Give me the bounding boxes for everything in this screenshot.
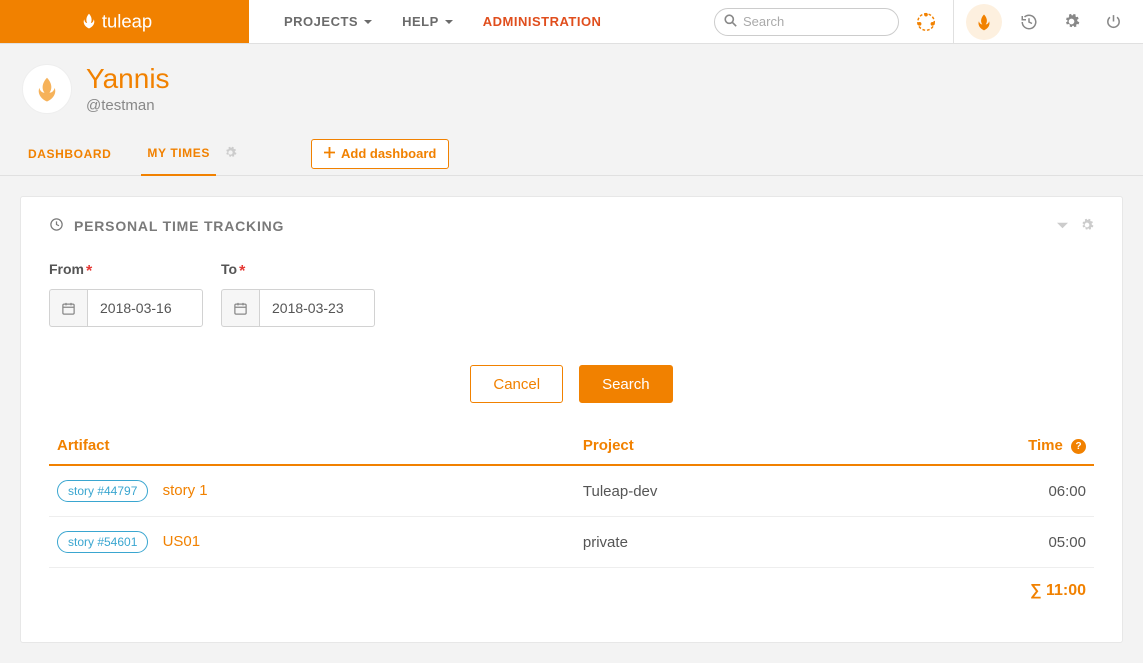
power-icon[interactable] — [1098, 7, 1128, 37]
total-row: ∑ 11:00 — [49, 568, 1094, 615]
project-cell: Tuleap-dev — [575, 465, 861, 517]
search-button[interactable]: Search — [579, 365, 673, 403]
to-field: To* — [221, 261, 375, 327]
clock-icon — [49, 217, 64, 235]
search-input[interactable] — [714, 8, 899, 36]
network-icon[interactable] — [911, 7, 941, 37]
avatar — [22, 64, 72, 114]
nav-help-label: HELP — [402, 14, 439, 29]
form-buttons: Cancel Search — [49, 365, 1094, 403]
gear-icon[interactable] — [1056, 7, 1086, 37]
panel-caret-icon[interactable] — [1057, 218, 1068, 235]
artifact-link[interactable]: US01 — [163, 533, 201, 550]
times-table: Artifact Project Time ? story #44797 sto… — [49, 427, 1094, 614]
tuleap-logo-icon: tuleap — [72, 10, 202, 34]
search-wrap — [714, 8, 899, 36]
project-cell: private — [575, 517, 861, 568]
nav-divider — [953, 0, 954, 44]
tabs-bar: DASHBOARD MY TIMES Add dashboard — [0, 132, 1143, 176]
table-row: story #44797 story 1 Tuleap-dev 06:00 — [49, 465, 1094, 517]
from-label: From* — [49, 261, 92, 281]
caret-down-icon — [364, 14, 372, 29]
col-artifact: Artifact — [49, 427, 575, 465]
from-field: From* — [49, 261, 203, 327]
artifact-link[interactable]: story 1 — [163, 482, 208, 499]
col-time: Time ? — [861, 427, 1094, 465]
user-info: Yannis @testman — [86, 64, 170, 114]
to-input[interactable] — [259, 289, 375, 327]
brand-logo[interactable]: tuleap — [0, 0, 249, 43]
artifact-badge[interactable]: story #54601 — [57, 531, 148, 553]
calendar-icon[interactable] — [49, 289, 87, 327]
panel-actions — [1057, 218, 1094, 235]
col-project: Project — [575, 427, 861, 465]
nav-help[interactable]: HELP — [387, 0, 468, 44]
tab-mytimes[interactable]: MY TIMES — [141, 132, 216, 176]
nav-projects-label: PROJECTS — [284, 14, 358, 29]
caret-down-icon — [445, 14, 453, 29]
panel-header: PERSONAL TIME TRACKING — [49, 217, 1094, 235]
time-tracking-panel: PERSONAL TIME TRACKING From* To* — [20, 196, 1123, 643]
tab-dashboard[interactable]: DASHBOARD — [22, 133, 117, 175]
total-value: 11:00 — [1046, 582, 1086, 599]
time-cell: 05:00 — [861, 517, 1094, 568]
avatar-small[interactable] — [966, 4, 1002, 40]
user-handle: @testman — [86, 97, 170, 114]
history-icon[interactable] — [1014, 7, 1044, 37]
artifact-badge[interactable]: story #44797 — [57, 480, 148, 502]
add-dashboard-label: Add dashboard — [341, 146, 436, 161]
date-form: From* To* — [49, 261, 1094, 327]
panel-gear-icon[interactable] — [1080, 218, 1094, 235]
nav-administration[interactable]: ADMINISTRATION — [468, 0, 617, 44]
calendar-icon[interactable] — [221, 289, 259, 327]
nav-projects[interactable]: PROJECTS — [269, 0, 387, 44]
plus-icon — [324, 146, 335, 161]
panel-title: PERSONAL TIME TRACKING — [74, 218, 284, 234]
nav-administration-label: ADMINISTRATION — [483, 14, 602, 29]
brand-text: tuleap — [102, 10, 152, 31]
tab-gear-icon[interactable] — [224, 146, 237, 162]
from-input[interactable] — [87, 289, 203, 327]
help-icon[interactable]: ? — [1071, 439, 1086, 454]
nav-right — [714, 0, 1143, 43]
top-navbar: tuleap PROJECTS HELP ADMINISTRATION — [0, 0, 1143, 44]
table-row: story #54601 US01 private 05:00 — [49, 517, 1094, 568]
sum-symbol: ∑ — [1030, 582, 1041, 599]
add-dashboard-button[interactable]: Add dashboard — [311, 139, 449, 169]
cancel-button[interactable]: Cancel — [470, 365, 563, 403]
user-name: Yannis — [86, 64, 170, 95]
user-header: Yannis @testman — [0, 44, 1143, 132]
nav-links: PROJECTS HELP ADMINISTRATION — [249, 0, 714, 43]
search-icon — [724, 14, 737, 30]
to-label: To* — [221, 261, 245, 281]
time-cell: 06:00 — [861, 465, 1094, 517]
